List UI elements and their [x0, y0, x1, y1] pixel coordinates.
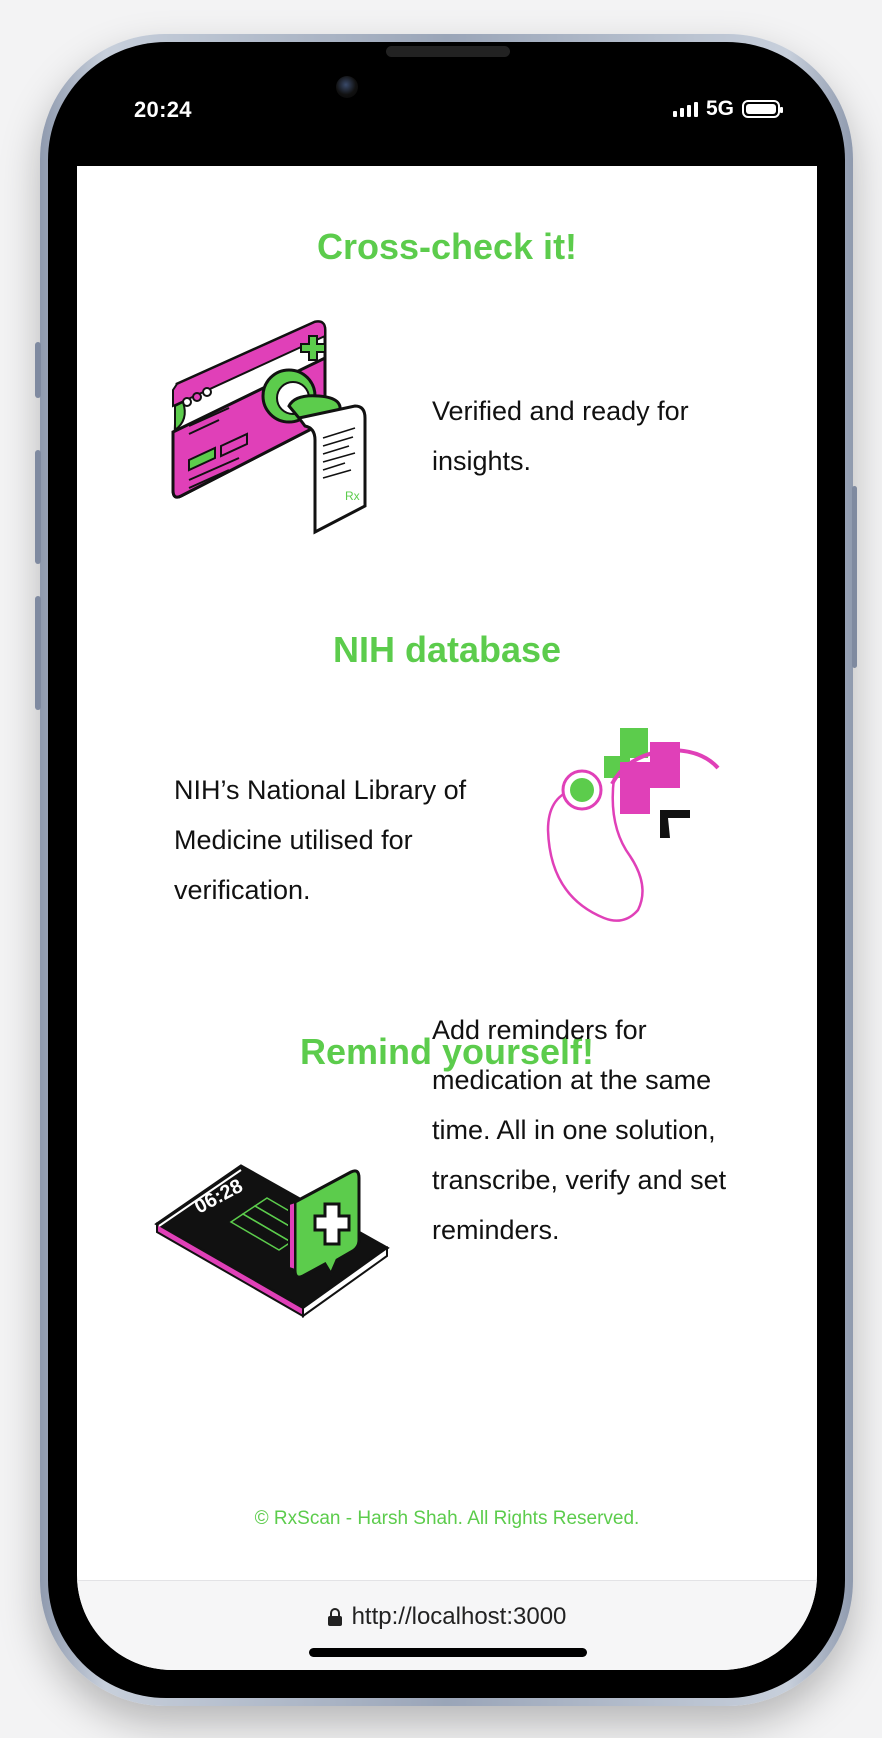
url-text[interactable]: http://localhost:3000 [352, 1603, 567, 1631]
lock-icon [327, 1608, 342, 1626]
cellular-signal-icon [672, 101, 698, 117]
power-button [852, 486, 857, 668]
section-title-cross-check: Cross-check it! [316, 226, 578, 267]
section-text-nih-database: NIH’s National Library of Medicine utili… [174, 775, 467, 905]
medical-database-illustration [546, 728, 720, 922]
footer-copyright: © RxScan - Harsh Shah. All Rights Reserv… [254, 1508, 640, 1529]
volume-up-button [35, 450, 41, 564]
front-camera-icon [336, 76, 358, 98]
volume-down-button [35, 596, 41, 710]
section-text-remind-yourself: Add reminders for medication at the same… [432, 1015, 727, 1245]
prescription-scan-illustration: Rx [171, 320, 367, 535]
home-indicator[interactable] [309, 1648, 587, 1657]
section-text-cross-check: Verified and ready for insights. [432, 396, 689, 476]
status-icons: 5G [672, 97, 783, 121]
earpiece-speaker [386, 46, 510, 57]
action-button [35, 342, 41, 398]
rx-mark: Rx [345, 489, 360, 503]
medication-reminder-illustration: 06:28 [154, 1164, 390, 1318]
battery-icon [742, 100, 783, 118]
browser-viewport[interactable]: Cross-check it! Rx Verified and ready fo… [77, 166, 817, 1670]
url-display[interactable]: http://localhost:3000 [77, 1603, 817, 1631]
section-title-nih-database: NIH database [332, 629, 562, 670]
status-time: 20:24 [134, 97, 192, 122]
network-type: 5G [705, 97, 734, 120]
